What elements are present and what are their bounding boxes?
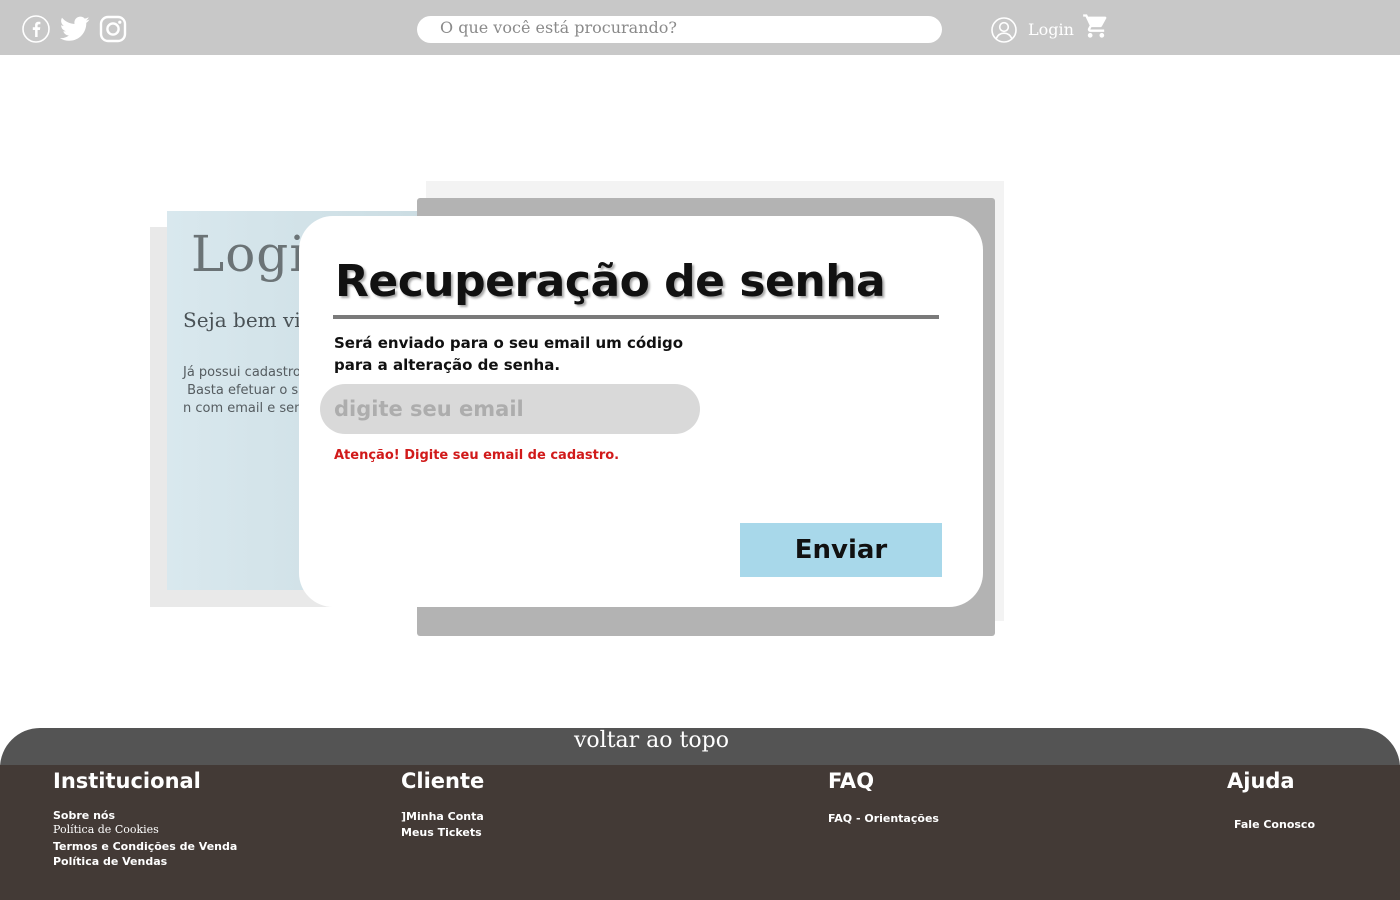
footer-link-minha-conta[interactable]: ]Minha Conta — [401, 810, 484, 823]
title-divider — [333, 315, 939, 319]
description-line-2: para a alteração de senha. — [334, 356, 561, 374]
modal-description: Será enviado para o seu email um código … — [334, 332, 694, 376]
user-icon[interactable] — [991, 17, 1017, 43]
cart-icon[interactable] — [1082, 12, 1110, 40]
footer-heading-institucional: Institucional — [53, 769, 201, 793]
footer-link-termos[interactable]: Termos e Condições de Venda — [53, 840, 237, 853]
warning-message: Atenção! Digite seu email de cadastro. — [334, 448, 620, 463]
footer-heading-faq: FAQ — [828, 769, 875, 793]
search-placeholder: O que você está procurando? — [440, 18, 677, 37]
login-card-title: Logi — [191, 225, 307, 283]
twitter-icon[interactable] — [60, 14, 90, 44]
instagram-icon[interactable] — [98, 14, 128, 44]
footer-heading-cliente: Cliente — [401, 769, 485, 793]
login-card-subtitle: Seja bem vi — [183, 308, 301, 332]
footer-link-politica-cookies[interactable]: Política de Cookies — [53, 823, 159, 836]
footer-link-sobre-nos[interactable]: Sobre nós — [53, 809, 115, 822]
send-button[interactable]: Enviar — [740, 523, 942, 577]
footer-link-politica-vendas[interactable]: Política de Vendas — [53, 855, 167, 868]
description-line-1: Será enviado para o seu email um código — [334, 334, 684, 352]
footer: Institucional Sobre nós Política de Cook… — [0, 765, 1400, 900]
modal-title: Recuperação de senha — [335, 256, 886, 307]
login-link[interactable]: Login — [1028, 20, 1074, 39]
top-bar: O que você está procurando? Login — [0, 0, 1400, 55]
footer-link-fale-conosco[interactable]: Fale Conosco — [1234, 818, 1315, 831]
footer-link-faq-orientacoes[interactable]: FAQ - Orientações — [828, 812, 939, 825]
footer-link-meus-tickets[interactable]: Meus Tickets — [401, 826, 482, 839]
back-to-top-link[interactable]: voltar ao topo — [574, 728, 729, 753]
email-field[interactable] — [320, 384, 700, 434]
search-input[interactable]: O que você está procurando? — [417, 16, 942, 43]
footer-heading-ajuda: Ajuda — [1227, 769, 1295, 793]
facebook-icon[interactable] — [21, 14, 51, 44]
